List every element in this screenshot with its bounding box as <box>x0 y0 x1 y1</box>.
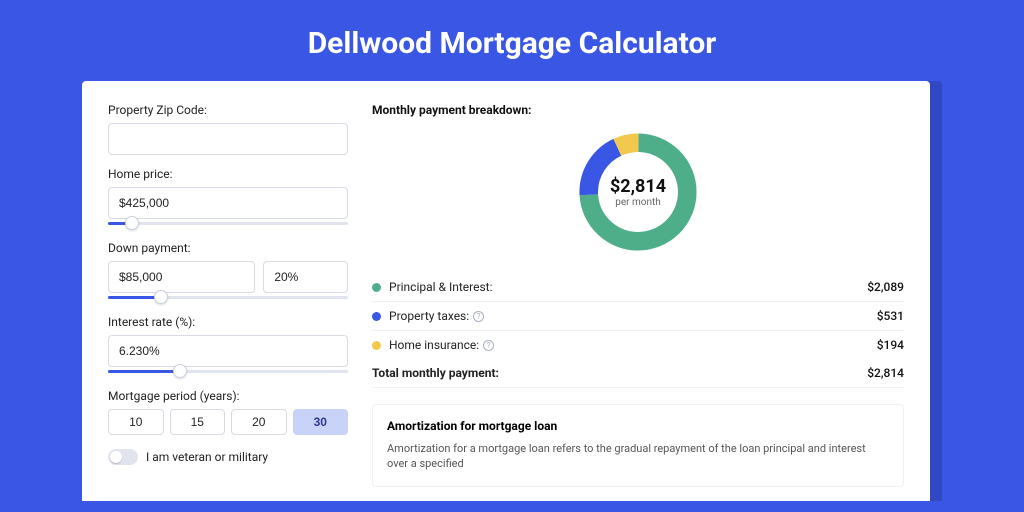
period-btn-10[interactable]: 10 <box>108 409 164 435</box>
period-buttons: 10152030 <box>108 409 348 435</box>
down-payment-label: Down payment: <box>108 241 348 255</box>
home-price-field: Home price: <box>108 167 348 229</box>
breakdown-row: Home insurance: ?$194 <box>372 331 904 359</box>
down-payment-amount-input[interactable] <box>108 261 255 293</box>
donut-center: $2,814 per month <box>610 176 666 208</box>
legend-dot <box>372 283 381 292</box>
home-price-slider[interactable] <box>108 217 348 229</box>
info-icon[interactable]: ? <box>473 311 484 322</box>
zip-label: Property Zip Code: <box>108 103 348 117</box>
veteran-label: I am veteran or military <box>146 450 268 464</box>
period-btn-30[interactable]: 30 <box>293 409 349 435</box>
breakdown-label: Home insurance: ? <box>389 338 877 352</box>
donut-chart: $2,814 per month <box>372 127 904 257</box>
amortization-box: Amortization for mortgage loan Amortizat… <box>372 404 904 487</box>
breakdown-value: $531 <box>877 309 904 323</box>
breakdown-label: Property taxes: ? <box>389 309 877 323</box>
down-payment-slider[interactable] <box>108 291 348 303</box>
legend-dot <box>372 341 381 350</box>
calculator-card: Property Zip Code: Home price: Down paym… <box>82 81 930 501</box>
card-shadow: Property Zip Code: Home price: Down paym… <box>82 81 942 501</box>
legend-dot <box>372 312 381 321</box>
form-column: Property Zip Code: Home price: Down paym… <box>108 103 348 501</box>
veteran-row: I am veteran or military <box>108 449 348 465</box>
home-price-input[interactable] <box>108 187 348 219</box>
breakdown-title: Monthly payment breakdown: <box>372 103 904 117</box>
interest-slider[interactable] <box>108 365 348 377</box>
down-payment-pct-input[interactable] <box>263 261 348 293</box>
total-label: Total monthly payment: <box>372 366 867 380</box>
period-btn-15[interactable]: 15 <box>170 409 226 435</box>
breakdown-row: Property taxes: ?$531 <box>372 302 904 331</box>
breakdown-list: Principal & Interest: $2,089Property tax… <box>372 273 904 359</box>
toggle-knob <box>110 451 122 463</box>
veteran-toggle[interactable] <box>108 449 138 465</box>
period-field: Mortgage period (years): 10152030 <box>108 389 348 435</box>
interest-field: Interest rate (%): <box>108 315 348 377</box>
period-btn-20[interactable]: 20 <box>231 409 287 435</box>
period-label: Mortgage period (years): <box>108 389 348 403</box>
info-icon[interactable]: ? <box>483 340 494 351</box>
zip-input[interactable] <box>108 123 348 155</box>
home-price-label: Home price: <box>108 167 348 181</box>
donut-per-month: per month <box>610 197 666 208</box>
breakdown-value: $194 <box>877 338 904 352</box>
breakdown-row: Principal & Interest: $2,089 <box>372 273 904 302</box>
total-row: Total monthly payment: $2,814 <box>372 359 904 388</box>
donut-value: $2,814 <box>610 176 666 197</box>
amortization-title: Amortization for mortgage loan <box>387 419 889 433</box>
interest-label: Interest rate (%): <box>108 315 348 329</box>
breakdown-value: $2,089 <box>867 280 904 294</box>
breakdown-column: Monthly payment breakdown: $2,814 per mo… <box>372 103 904 501</box>
breakdown-label: Principal & Interest: <box>389 280 867 294</box>
total-value: $2,814 <box>867 366 904 380</box>
zip-field: Property Zip Code: <box>108 103 348 155</box>
down-payment-field: Down payment: <box>108 241 348 303</box>
interest-input[interactable] <box>108 335 348 367</box>
page-title: Dellwood Mortgage Calculator <box>0 0 1024 81</box>
amortization-text: Amortization for a mortgage loan refers … <box>387 441 889 472</box>
